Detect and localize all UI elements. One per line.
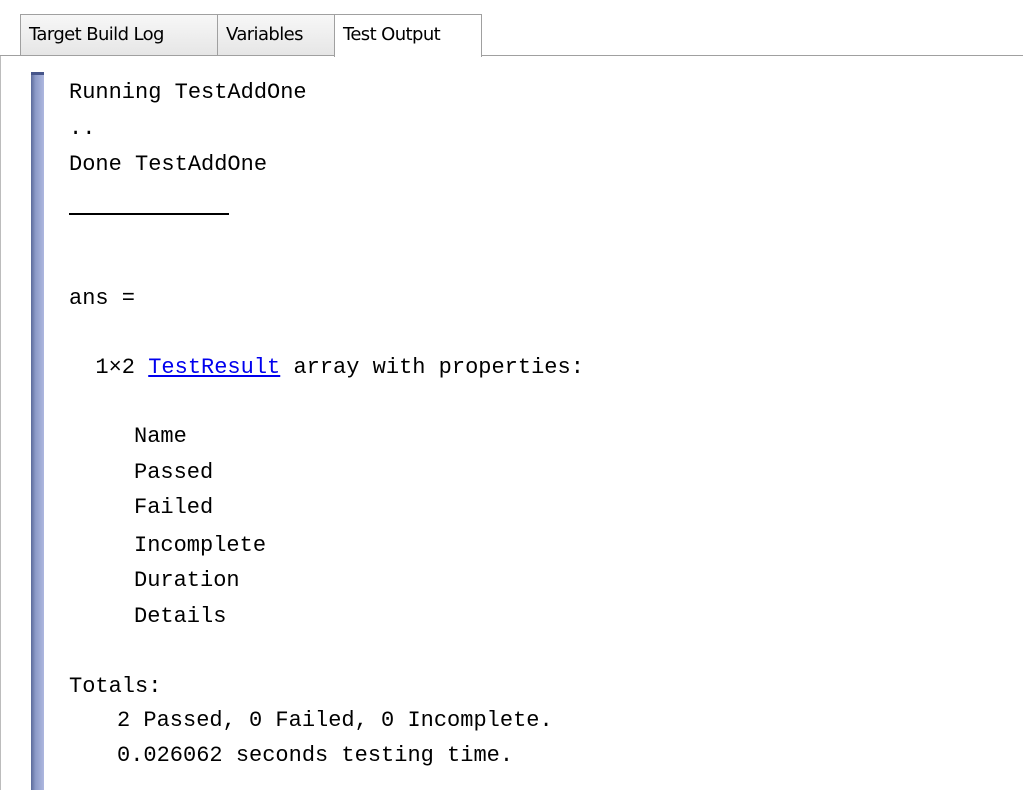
totals-header: Totals: (69, 674, 162, 699)
done-line: Done TestAddOne (69, 152, 268, 177)
array-description: 1×2 TestResult array with properties: (69, 355, 584, 381)
tab-variables[interactable]: Variables (217, 14, 335, 55)
ans-line: ans = (69, 286, 136, 311)
array-prefix: 1×2 (69, 355, 149, 380)
progress-dots: .. (69, 116, 96, 141)
property-passed: Passed (134, 460, 214, 485)
tab-test-output[interactable]: Test Output (334, 14, 482, 57)
totals-summary: 2 Passed, 0 Failed, 0 Incomplete. (117, 708, 553, 733)
property-failed: Failed (134, 495, 214, 520)
tab-target-build-log[interactable]: Target Build Log (20, 14, 218, 55)
property-details: Details (134, 604, 227, 629)
tab-bar: Target Build Log Variables Test Output (0, 0, 1023, 57)
property-incomplete: Incomplete (134, 533, 267, 558)
output-gutter (31, 72, 44, 790)
test-output-panel: Running TestAddOne .. Done TestAddOne an… (0, 56, 1023, 790)
property-name: Name (134, 424, 187, 449)
running-line: Running TestAddOne (69, 80, 307, 105)
property-duration: Duration (134, 568, 240, 593)
array-suffix: array with properties: (280, 355, 584, 380)
separator-rule (69, 213, 229, 215)
console-output: Running TestAddOne .. Done TestAddOne an… (69, 56, 1009, 790)
totals-time: 0.026062 seconds testing time. (117, 743, 514, 768)
testresult-link[interactable]: TestResult (148, 355, 280, 380)
output-gutter-cap (31, 72, 44, 75)
